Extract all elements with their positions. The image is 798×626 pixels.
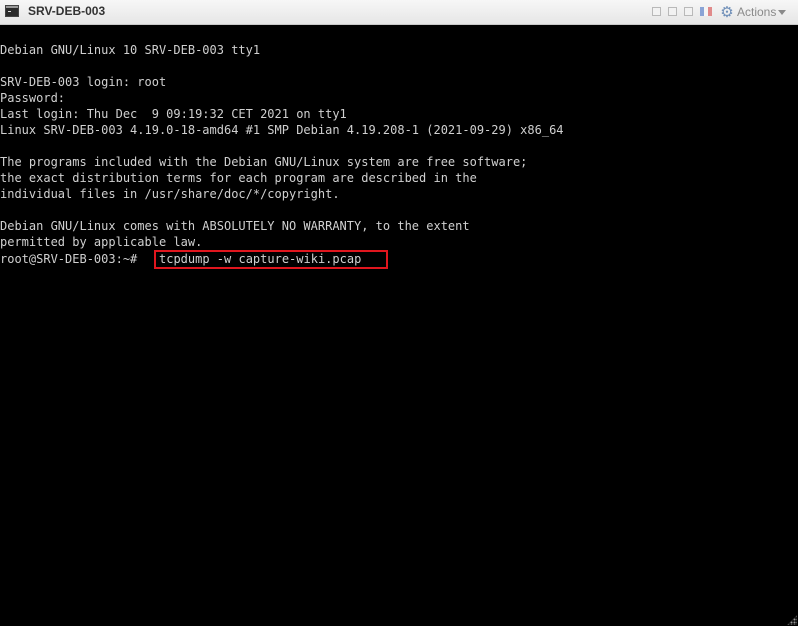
console-line: permitted by applicable law. [0,235,203,249]
shell-prompt: root@SRV-DEB-003:~# [0,252,138,266]
resize-grip-icon[interactable] [787,615,797,625]
typed-command[interactable]: tcpdump -w capture-wiki.pcap [159,252,361,267]
console-line: individual files in /usr/share/doc/*/cop… [0,187,340,201]
title-bar: SRV-DEB-003 ⚙ Actions [0,0,798,25]
console-line: Password: [0,91,66,105]
console-line: The programs included with the Debian GN… [0,155,528,169]
console-window: SRV-DEB-003 ⚙ Actions Debian GNU/Linux 1… [0,0,798,626]
console-line: Debian GNU/Linux 10 SRV-DEB-003 tty1 [0,43,261,57]
restore-icon[interactable] [652,7,661,16]
keyboard-layout-flag-icon[interactable] [700,7,712,16]
window-title: SRV-DEB-003 [28,4,106,18]
command-highlight[interactable]: tcpdump -w capture-wiki.pcap [154,250,388,269]
gear-icon[interactable]: ⚙ [719,3,735,21]
console-line: Linux SRV-DEB-003 4.19.0-18-amd64 #1 SMP… [0,123,564,137]
console-line: Last login: Thu Dec 9 09:19:32 CET 2021 … [0,107,347,121]
console-line: SRV-DEB-003 login: root [0,75,167,89]
console-line: Debian GNU/Linux comes with ABSOLUTELY N… [0,219,470,233]
terminal-icon [5,5,19,17]
chevron-down-icon[interactable] [778,10,786,15]
minimize-icon[interactable] [668,7,677,16]
terminal-screen[interactable]: Debian GNU/Linux 10 SRV-DEB-003 tty1 SRV… [0,26,798,626]
actions-menu-button[interactable]: Actions [737,5,776,19]
console-line: the exact distribution terms for each pr… [0,171,477,185]
maximize-icon[interactable] [684,7,693,16]
